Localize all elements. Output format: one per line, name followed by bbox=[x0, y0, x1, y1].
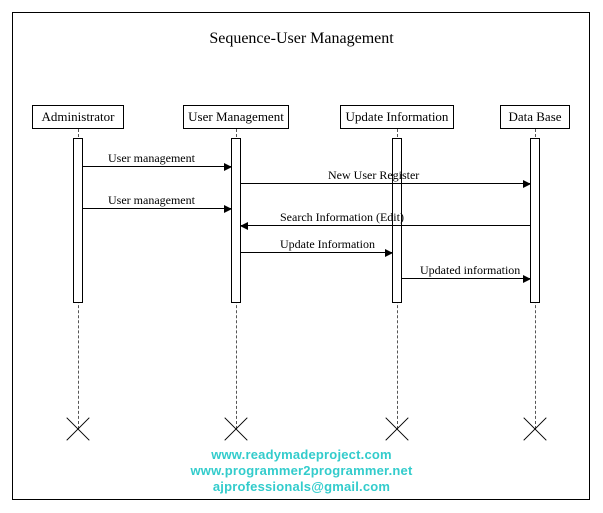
msg-label-search-information-edit: Search Information (Edit) bbox=[280, 210, 404, 225]
participant-administrator: Administrator bbox=[32, 105, 124, 129]
participant-update-information: Update Information bbox=[340, 105, 454, 129]
activation-database bbox=[530, 138, 540, 303]
participant-database: Data Base bbox=[500, 105, 570, 129]
diagram-title: Sequence-User Management bbox=[0, 30, 603, 48]
arrowhead-icon bbox=[385, 249, 393, 257]
msg-label-updated-information: Updated information bbox=[420, 263, 520, 278]
msg-label-user-management-2: User management bbox=[108, 193, 195, 208]
watermark-line-1: www.readymadeproject.com bbox=[0, 447, 603, 462]
activation-user-management bbox=[231, 138, 241, 303]
sequence-diagram: Sequence-User Management Administrator U… bbox=[0, 0, 603, 513]
msg-updated-information bbox=[402, 278, 530, 279]
participant-user-management: User Management bbox=[183, 105, 289, 129]
arrowhead-icon bbox=[523, 180, 531, 188]
diagram-frame bbox=[12, 12, 590, 500]
msg-label-new-user-register: New User Register bbox=[328, 168, 419, 183]
watermark-line-2: www.programmer2programmer.net bbox=[0, 463, 603, 478]
arrowhead-icon bbox=[224, 205, 232, 213]
msg-new-user-register bbox=[241, 183, 530, 184]
activation-administrator bbox=[73, 138, 83, 303]
msg-user-management-1 bbox=[83, 166, 231, 167]
arrowhead-icon bbox=[240, 222, 248, 230]
watermark-line-3: ajprofessionals@gmail.com bbox=[0, 479, 603, 494]
msg-user-management-2 bbox=[83, 208, 231, 209]
msg-search-information-edit bbox=[241, 225, 530, 226]
msg-label-user-management-1: User management bbox=[108, 151, 195, 166]
msg-label-update-information: Update Information bbox=[280, 237, 375, 252]
arrowhead-icon bbox=[523, 275, 531, 283]
msg-update-information bbox=[241, 252, 392, 253]
arrowhead-icon bbox=[224, 163, 232, 171]
